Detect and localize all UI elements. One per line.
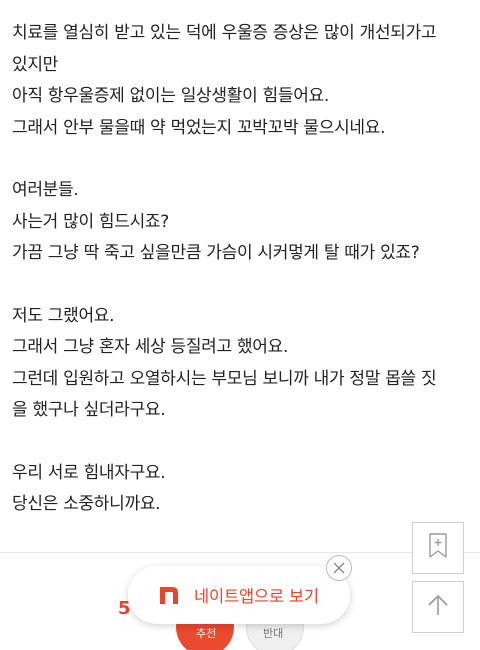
- text-line: 을 했구나 싶더라구요.: [12, 400, 166, 420]
- paragraph: 우리 서로 힘내자구요. 당신은 소중하니까요.: [12, 458, 472, 521]
- text-line: 그래서 그냥 혼자 세상 등질려고 했어요.: [12, 337, 289, 357]
- oppose-button-label: 반대: [263, 627, 284, 640]
- paragraph: 여러분들. 사는거 많이 힘드시죠? 가끔 그냥 딱 죽고 싶을만큼 가슴이 시…: [12, 175, 472, 270]
- text-line: 당신은 소중하니까요.: [12, 494, 161, 514]
- text-line: 가끔 그냥 딱 죽고 싶을만큼 가슴이 시커멓게 탈 때가 있죠?: [12, 243, 420, 263]
- text-line: 아직 항우울증제 없이는 일상생활이 힘들어요.: [12, 86, 329, 106]
- page-root: 치료를 열심히 받고 있는 덕에 우울증 증상은 많이 개선되가고 있지만 아직…: [0, 0, 480, 650]
- nate-n-logo-icon: [158, 584, 180, 606]
- paragraph: 치료를 열심히 받고 있는 덕에 우울증 증상은 많이 개선되가고 있지만 아직…: [12, 18, 472, 144]
- article-body: 치료를 열심히 받고 있는 덕에 우울증 증상은 많이 개선되가고 있지만 아직…: [12, 18, 472, 552]
- close-icon: [333, 559, 345, 578]
- text-line: 치료를 열심히 받고 있는 덕에 우울증 증상은 많이 개선되가고: [12, 23, 437, 43]
- bookmark-button[interactable]: [412, 522, 464, 574]
- text-line: 여러분들.: [12, 180, 79, 200]
- text-line: 그래서 안부 물을때 약 먹었는지 꼬박꼬박 물으시네요.: [12, 117, 386, 138]
- open-in-app-label: 네이트앱으로 보기: [194, 587, 319, 606]
- open-in-app-banner[interactable]: 네이트앱으로 보기: [128, 566, 350, 624]
- recommend-button-label: 추천: [196, 627, 217, 640]
- text-line: 우리 서로 힘내자구요.: [12, 462, 166, 483]
- bookmark-add-icon: [426, 532, 450, 564]
- paragraph: 저도 그랬어요. 그래서 그냥 혼자 세상 등질려고 했어요. 그런데 입원하고…: [12, 301, 472, 427]
- text-line: 저도 그랬어요.: [12, 305, 115, 326]
- text-line: 있지만: [12, 54, 59, 75]
- text-line: 그런데 입원하고 오열하시는 부모님 보니까 내가 정말 몹쓸 짓: [12, 368, 437, 389]
- arrow-up-icon: [425, 592, 451, 622]
- text-line: 사는거 많이 힘드시죠?: [12, 211, 169, 232]
- banner-close-button[interactable]: [326, 555, 352, 581]
- scroll-top-button[interactable]: [412, 581, 464, 633]
- divider: [0, 552, 480, 553]
